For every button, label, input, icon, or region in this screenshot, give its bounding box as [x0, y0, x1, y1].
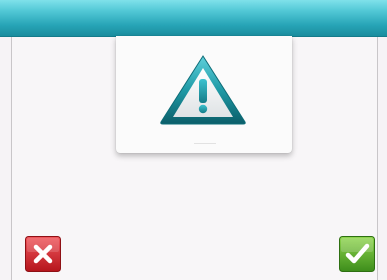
checkmark-icon [339, 236, 375, 272]
close-x-icon [25, 236, 61, 272]
header-bar [0, 0, 387, 37]
confirm-button[interactable] [339, 236, 375, 272]
card-divider [194, 143, 216, 144]
cancel-button[interactable] [25, 236, 61, 272]
warning-triangle-icon [160, 55, 246, 125]
warning-dialog-card [116, 36, 292, 153]
